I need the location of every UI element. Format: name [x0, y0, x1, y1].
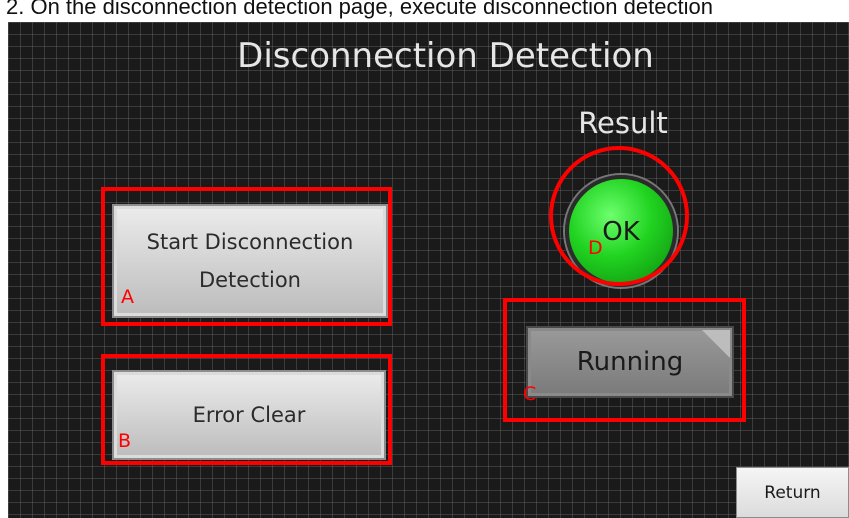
- annotation-label-d: D: [588, 237, 603, 259]
- highlight-box-b: [101, 354, 392, 465]
- annotation-label-a: A: [121, 286, 134, 308]
- page-title: Disconnection Detection: [237, 36, 654, 76]
- result-label: Result: [578, 106, 668, 140]
- instruction-caption: 2. On the disconnection detection page, …: [6, 0, 713, 19]
- highlight-box-c: [503, 298, 746, 422]
- annotation-label-b: B: [118, 430, 132, 452]
- highlight-box-a: [101, 187, 392, 326]
- highlight-circle-d: [549, 146, 689, 286]
- annotation-label-c: C: [523, 383, 537, 405]
- return-button[interactable]: Return: [736, 467, 849, 518]
